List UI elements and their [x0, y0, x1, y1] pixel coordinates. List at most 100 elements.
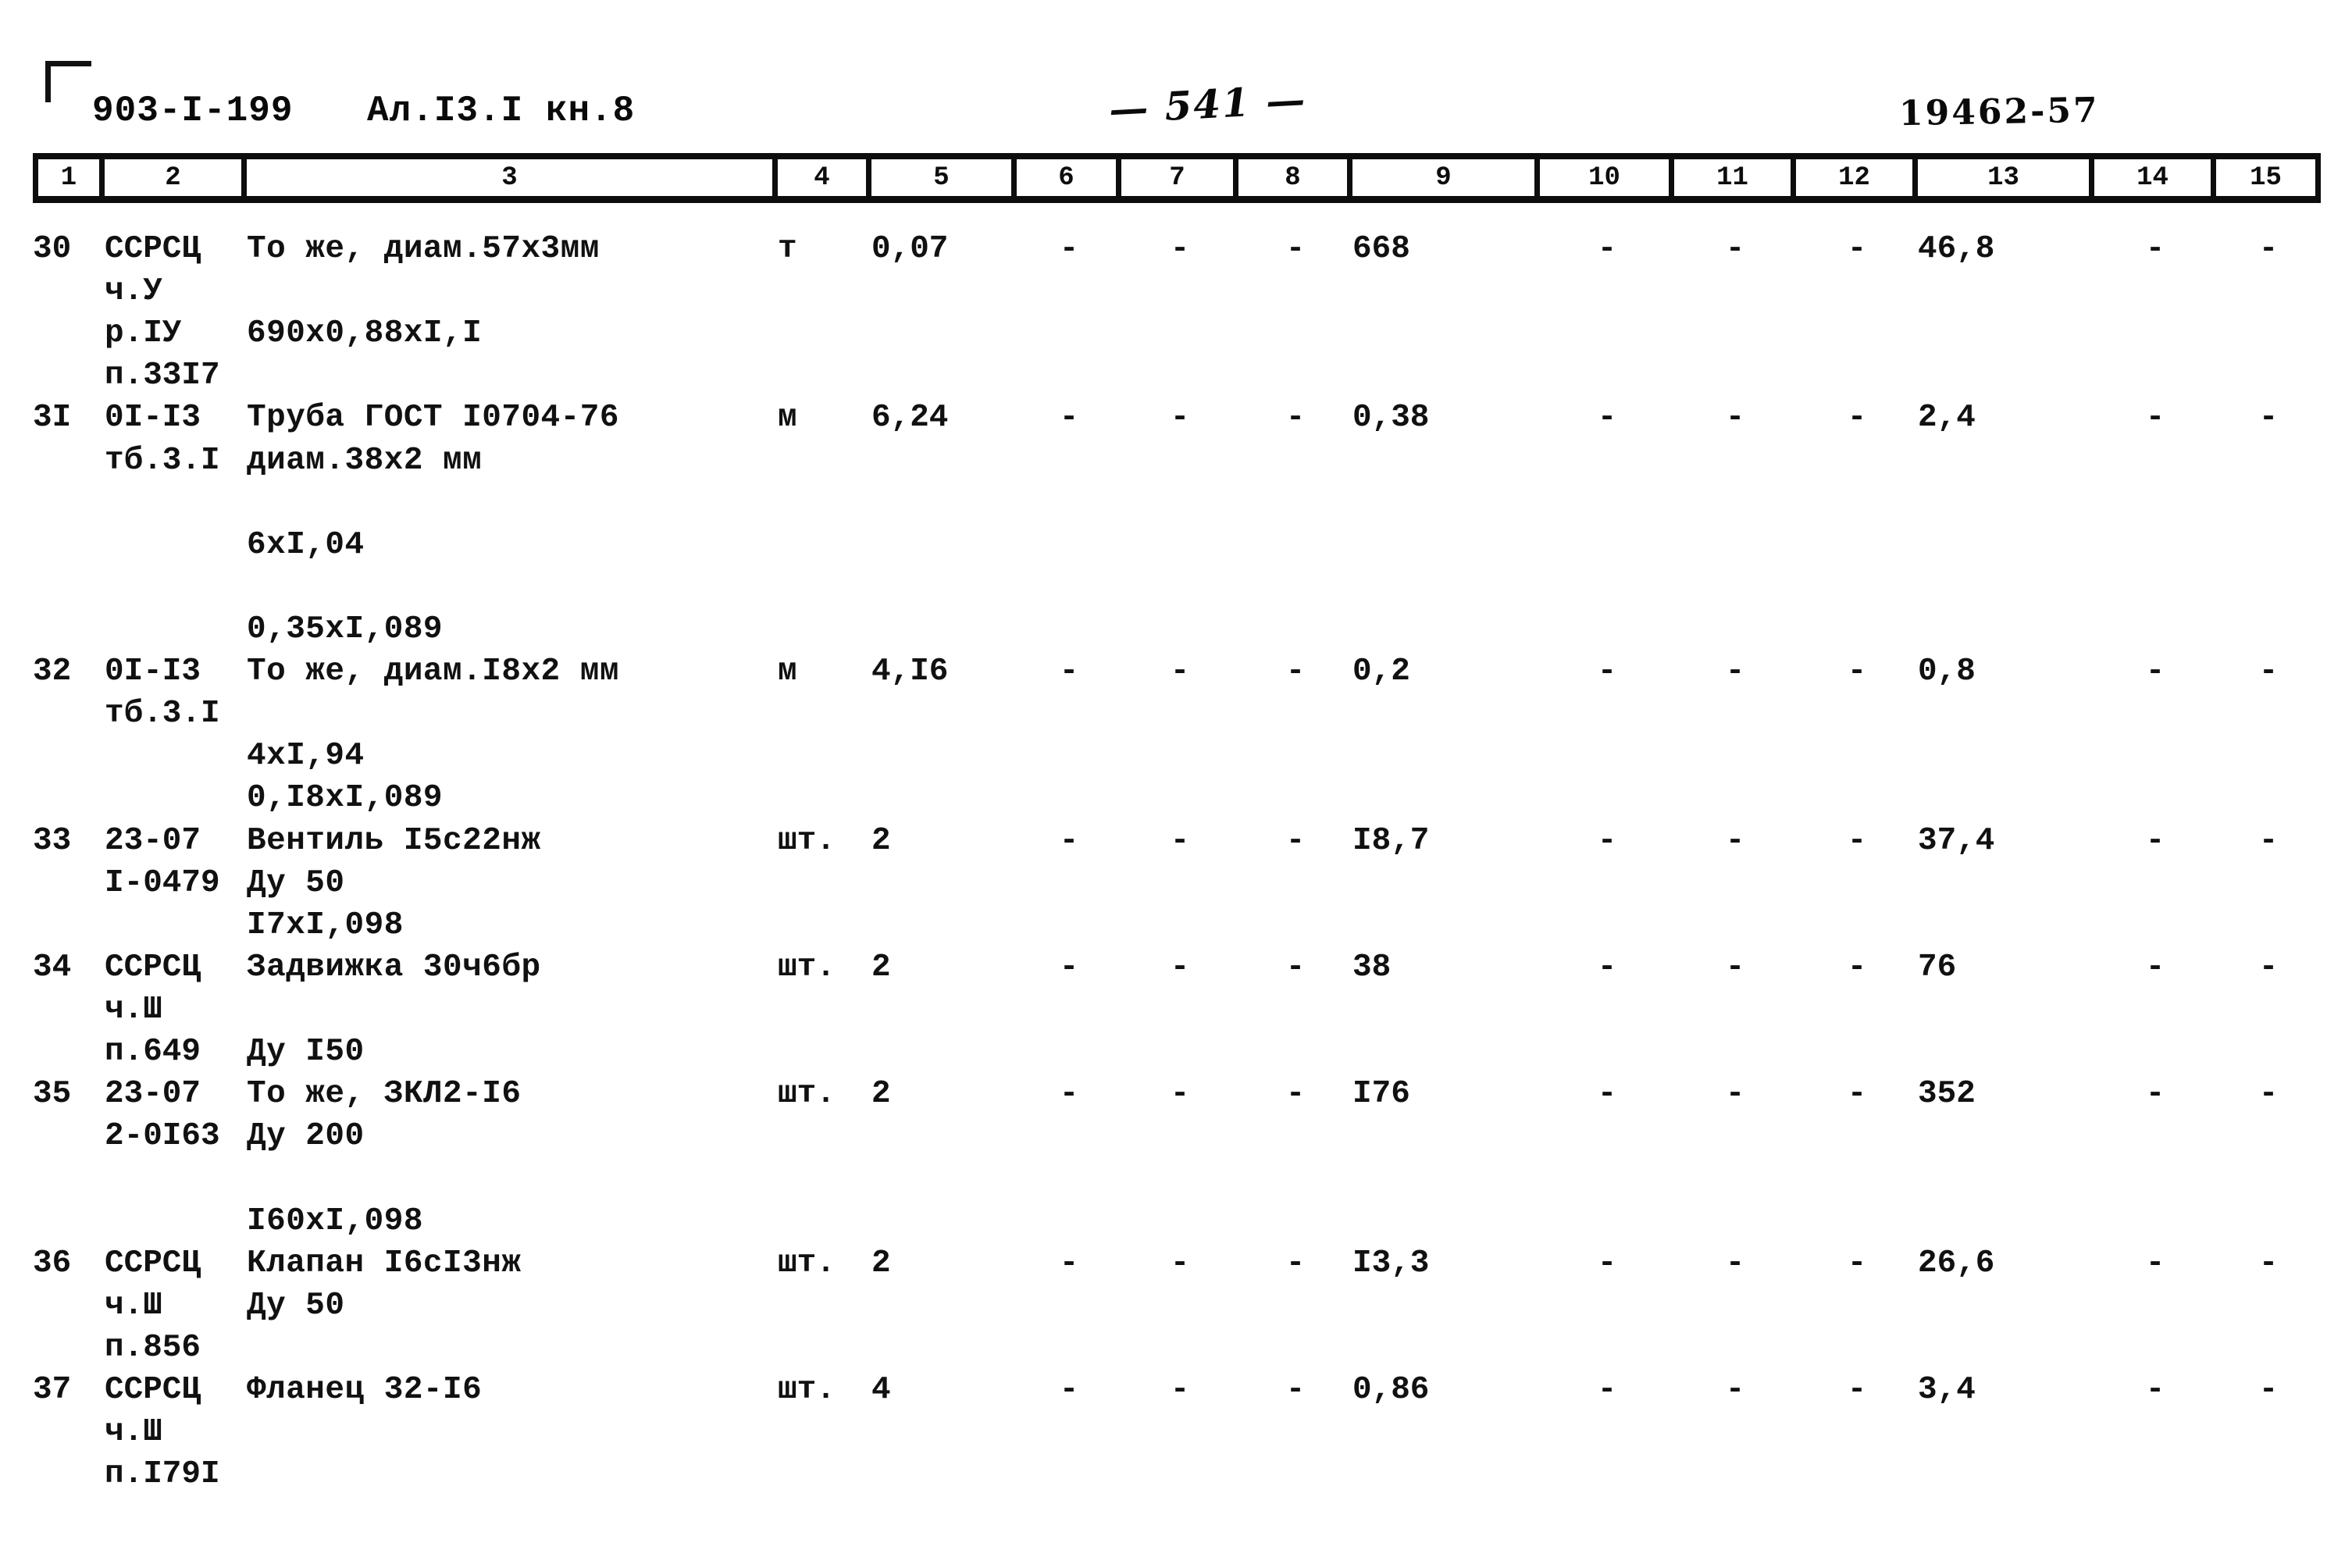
- column-number-7: 7: [1121, 159, 1238, 196]
- col14-value: -: [2094, 820, 2216, 946]
- empty-value-dash: -: [1847, 822, 1867, 859]
- item-description: Задвижка 30ч6бр Ду I50: [247, 949, 541, 1071]
- empty-value-dash: -: [1725, 1245, 1745, 1281]
- justification-code: 23-07 I-0479: [105, 822, 220, 901]
- empty-value-dash: -: [1059, 1245, 1079, 1281]
- col12-value: -: [1796, 1073, 1918, 1242]
- empty-value-dash: -: [2145, 231, 2165, 267]
- col6-value: -: [1017, 1242, 1121, 1369]
- unit-of-measure: т: [778, 231, 797, 267]
- col10-value: -: [1540, 946, 1674, 1073]
- empty-value-dash: -: [2145, 1371, 2165, 1408]
- empty-value-dash: -: [1285, 1245, 1306, 1281]
- column-number-13: 13: [1918, 159, 2094, 196]
- justification-code: ССРСЦ ч.Ш п.856: [105, 1245, 201, 1366]
- col14-value: -: [2094, 1073, 2216, 1242]
- empty-value-dash: -: [1847, 1371, 1867, 1408]
- col8-value: -: [1238, 650, 1352, 819]
- col10-value: -: [1540, 650, 1674, 819]
- item-description: Труба ГОСТ I0704-76 диам.38х2 мм 6хI,04 …: [247, 400, 619, 647]
- empty-value-dash: -: [1285, 1371, 1306, 1408]
- col11-value: -: [1674, 820, 1796, 946]
- column-number-6: 6: [1017, 159, 1121, 196]
- quantity: 0,07: [871, 231, 949, 267]
- column-number-12: 12: [1796, 159, 1918, 196]
- col12-value: -: [1796, 397, 1918, 650]
- empty-value-dash: -: [1725, 400, 1745, 437]
- row-number: 3I: [33, 400, 72, 437]
- justification-code: ССРСЦ ч.Ш п.I79I: [105, 1371, 220, 1493]
- column-number-8: 8: [1238, 159, 1352, 196]
- col14-value: -: [2094, 228, 2216, 397]
- col8-value: -: [1238, 820, 1352, 946]
- empty-value-dash: -: [2258, 1371, 2279, 1408]
- col15-value: -: [2216, 397, 2321, 650]
- empty-value-dash: -: [2258, 231, 2279, 267]
- empty-value-dash: -: [1170, 231, 1190, 267]
- column-number-band: 1 2 3 4 5 6 7 8 9 10 11 12 13 14 15: [33, 153, 2321, 203]
- unit-price: 0,86: [1352, 1371, 1430, 1408]
- item-description: Вентиль I5с22нж Ду 50 I7хI,098: [247, 822, 541, 943]
- quantity: 2: [871, 949, 891, 985]
- col8-value: -: [1238, 1242, 1352, 1369]
- table-row: 30 ССРСЦ ч.У р.IУ п.33I7 То же, диам.57х3м…: [33, 228, 2321, 397]
- col7-value: -: [1121, 228, 1238, 397]
- empty-value-dash: -: [1597, 1245, 1617, 1281]
- column-number-3: 3: [247, 159, 778, 196]
- row-number: 33: [33, 822, 72, 859]
- col14-value: -: [2094, 1242, 2216, 1369]
- justification-code: ССРСЦ ч.У р.IУ п.33I7: [105, 231, 220, 394]
- empty-value-dash: -: [1285, 822, 1306, 859]
- empty-value-dash: -: [2258, 1245, 2279, 1281]
- table-row: 35 23-07 2-0I63 То же, ЗКЛ2-I6 Ду 200 I60х…: [33, 1073, 2321, 1242]
- col10-value: -: [1540, 1073, 1674, 1242]
- total-cost: 76: [1918, 949, 1957, 985]
- empty-value-dash: -: [2258, 1076, 2279, 1113]
- row-number: 36: [33, 1245, 72, 1281]
- col12-value: -: [1796, 1369, 1918, 1495]
- unit-price: 0,38: [1352, 400, 1430, 437]
- col6-value: -: [1017, 650, 1121, 819]
- unit-price: 0,2: [1352, 654, 1410, 690]
- column-number-10: 10: [1540, 159, 1674, 196]
- col6-value: -: [1017, 1073, 1121, 1242]
- total-cost: 2,4: [1918, 400, 1976, 437]
- column-number-5: 5: [871, 159, 1017, 196]
- col15-value: -: [2216, 820, 2321, 946]
- empty-value-dash: -: [1847, 1076, 1867, 1113]
- empty-value-dash: -: [2258, 654, 2279, 690]
- row-number: 37: [33, 1371, 72, 1408]
- col15-value: -: [2216, 228, 2321, 397]
- row-number: 30: [33, 231, 72, 267]
- empty-value-dash: -: [1170, 949, 1190, 985]
- unit-of-measure: шт.: [778, 1076, 836, 1113]
- col6-value: -: [1017, 228, 1121, 397]
- col8-value: -: [1238, 946, 1352, 1073]
- empty-value-dash: -: [1285, 1076, 1306, 1113]
- empty-value-dash: -: [1170, 400, 1190, 437]
- empty-value-dash: -: [2145, 1245, 2165, 1281]
- unit-price: 38: [1352, 949, 1392, 985]
- unit-of-measure: шт.: [778, 1245, 836, 1281]
- empty-value-dash: -: [1847, 231, 1867, 267]
- empty-value-dash: -: [1170, 1076, 1190, 1113]
- empty-value-dash: -: [1597, 231, 1617, 267]
- empty-value-dash: -: [1597, 822, 1617, 859]
- unit-price: I76: [1352, 1076, 1410, 1113]
- empty-value-dash: -: [1725, 231, 1745, 267]
- empty-value-dash: -: [2258, 949, 2279, 985]
- empty-value-dash: -: [1059, 654, 1079, 690]
- unit-of-measure: шт.: [778, 1371, 836, 1408]
- col11-value: -: [1674, 946, 1796, 1073]
- empty-value-dash: -: [1597, 654, 1617, 690]
- col12-value: -: [1796, 1242, 1918, 1369]
- col6-value: -: [1017, 946, 1121, 1073]
- col15-value: -: [2216, 946, 2321, 1073]
- empty-value-dash: -: [1170, 822, 1190, 859]
- col14-value: -: [2094, 397, 2216, 650]
- col14-value: -: [2094, 650, 2216, 819]
- table-row: 37 ССРСЦ ч.Ш п.I79I Фланец 32-I6 шт. 4 - - - 0,8…: [33, 1369, 2321, 1495]
- item-description: То же, диам.57х3мм 690х0,88хI,I: [247, 231, 600, 352]
- quantity: 6,24: [871, 400, 949, 437]
- col7-value: -: [1121, 397, 1238, 650]
